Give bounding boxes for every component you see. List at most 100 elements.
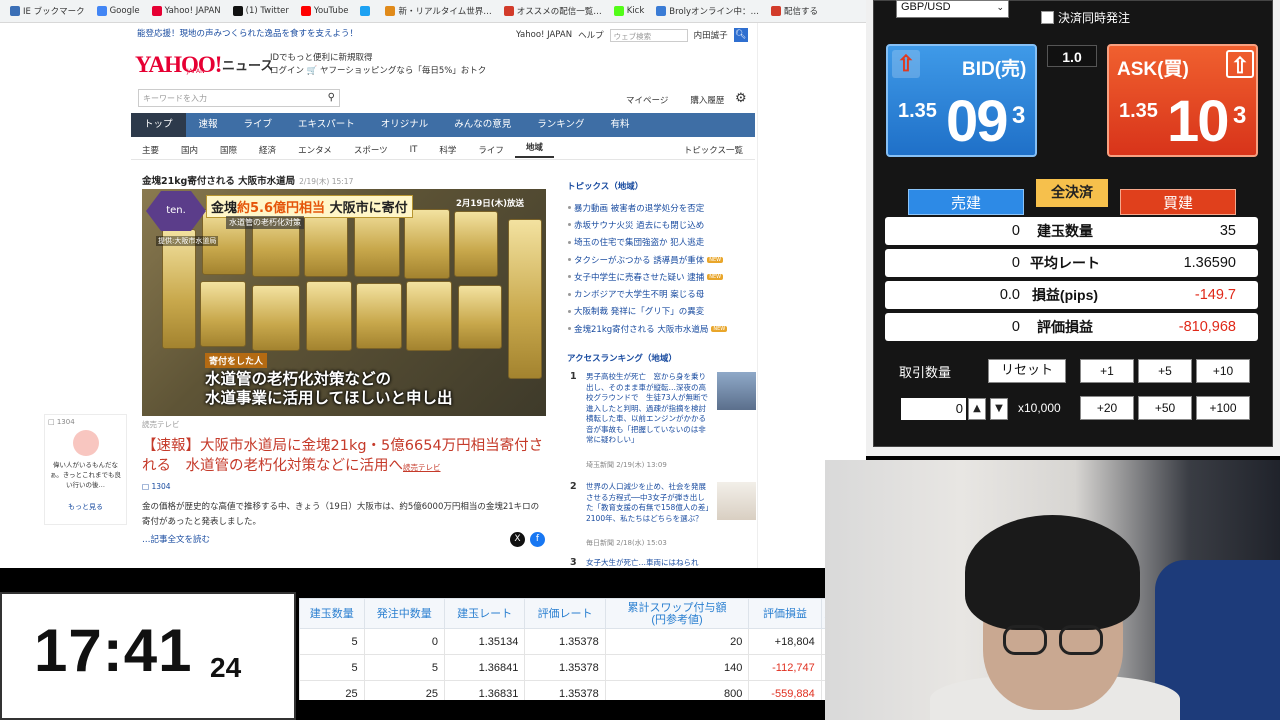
bookmark-item[interactable]: YouTube bbox=[295, 6, 355, 16]
topic-text[interactable]: 赤坂サウナ火災 過去にも閉じ込め bbox=[574, 219, 704, 231]
sub-nav: 主要 国内 国際 経済 エンタメ スポーツ IT 科学 ライフ 地域 トピックス一覧 bbox=[131, 140, 755, 160]
login-line[interactable]: ログイン 🛒 ヤフーショッピングなら「毎日5%」おトク bbox=[270, 65, 486, 78]
add-qty-button[interactable]: +1 bbox=[1080, 359, 1134, 383]
facebook-share-icon[interactable]: f bbox=[530, 532, 545, 547]
topic-item[interactable]: 女子中学生に売春させた疑い 逮捕 NEW bbox=[568, 268, 756, 285]
ranking-item[interactable]: 1 男子高校生が死亡 窓から身を乗り出し、そのまま車が縦転…深夜の高校グラウンドで… bbox=[570, 371, 758, 469]
add-qty-button[interactable]: +50 bbox=[1138, 396, 1192, 420]
bookmark-item[interactable]: Brolyオンライン中：… bbox=[650, 5, 765, 17]
ranking-thumbnail[interactable] bbox=[717, 372, 756, 410]
tab-main-1[interactable]: 速報 bbox=[186, 113, 231, 137]
topic-item[interactable]: 大阪制裁 発祥に「グリ下」の異変 bbox=[568, 303, 756, 320]
topic-item[interactable]: カンボジアで大学生不明 案じる母 bbox=[568, 285, 756, 302]
id-signup-line[interactable]: IDでもっと便利に新規取得 bbox=[270, 52, 486, 65]
tab-main-5[interactable]: みんなの意見 bbox=[441, 113, 524, 137]
ranking-text[interactable]: 女子大生が死亡…車両にはねられ bbox=[586, 558, 712, 568]
ranking-text[interactable]: 男子高校生が死亡 窓から身を乗り出し、そのまま車が縦転…深夜の高校グラウンドで … bbox=[586, 372, 712, 456]
tab-main-0[interactable]: トップ bbox=[131, 113, 186, 137]
bookmark-item[interactable]: Google bbox=[91, 6, 146, 16]
decrement-icon[interactable]: ▼ bbox=[990, 398, 1008, 420]
topic-item[interactable]: 赤坂サウナ火災 過去にも閉じ込め bbox=[568, 216, 756, 233]
ranking-item[interactable]: 3 女子大生が死亡…車両にはねられ bbox=[570, 557, 758, 570]
top-notice-link[interactable]: 能登応援！現地の声みつくられた逸品を食すを支えよう！ bbox=[137, 27, 358, 39]
tab-sub-2[interactable]: 国際 bbox=[209, 144, 248, 156]
settle-order-checkbox[interactable]: 決済同時発注 bbox=[1041, 9, 1130, 26]
help-link[interactable]: ヘルプ bbox=[578, 29, 604, 41]
ranking-item[interactable]: 2 世界の人口減少を止め、社会を発展させる方程式──中3女子が弾き出した「教育支援… bbox=[570, 481, 758, 547]
search-icon[interactable]: ⚲ bbox=[328, 92, 335, 103]
add-qty-button[interactable]: +20 bbox=[1080, 396, 1134, 420]
photo-headline[interactable]: 金塊21kg寄付される 大阪市水道局 2/19(木) 15:17 bbox=[142, 173, 353, 187]
bookmark-item[interactable] bbox=[354, 6, 379, 16]
add-qty-button[interactable]: +100 bbox=[1196, 396, 1250, 420]
tab-sub-7[interactable]: 科学 bbox=[428, 144, 467, 156]
topic-text[interactable]: 女子中学生に売春させた疑い 逮捕 bbox=[574, 271, 704, 283]
topic-item[interactable]: 埼玉の住宅で集団強盗か 犯人逃走 bbox=[568, 234, 756, 251]
checkbox-icon[interactable] bbox=[1041, 11, 1054, 24]
bookmark-item[interactable]: オススメの配信一覧… bbox=[498, 5, 608, 17]
tab-sub-0[interactable]: 主要 bbox=[131, 144, 170, 156]
mypage-link[interactable]: マイページ bbox=[626, 94, 668, 106]
topics-list-link[interactable]: トピックス一覧 bbox=[673, 144, 755, 156]
table-row[interactable]: 25 25 1.36831 1.35378 800 -559,884 bbox=[299, 680, 826, 700]
topic-item[interactable]: 暴力動画 被害者の退学処分を否定 bbox=[568, 199, 756, 216]
topic-text[interactable]: 暴力動画 被害者の退学処分を否定 bbox=[574, 202, 704, 214]
tab-main-3[interactable]: エキスパート bbox=[285, 113, 368, 137]
read-more-link[interactable]: …記事全文を読む bbox=[142, 533, 210, 545]
news-label[interactable]: ニュース bbox=[222, 55, 273, 74]
topic-text[interactable]: 埼玉の住宅で集団強盗か 犯人逃走 bbox=[574, 236, 704, 248]
bookmark-item[interactable]: IE ブックマーク bbox=[4, 5, 91, 17]
add-qty-button[interactable]: +5 bbox=[1138, 359, 1192, 383]
tab-sub-8[interactable]: ライフ bbox=[467, 144, 515, 156]
topic-text[interactable]: タクシーがぶつかる 誘導員が重体 bbox=[574, 254, 704, 266]
tab-main-6[interactable]: ランキング bbox=[524, 113, 597, 137]
bookmark-item[interactable]: (1) Twitter bbox=[227, 6, 295, 16]
currency-pair-select[interactable]: GBP/USD ⌄ bbox=[896, 0, 1009, 18]
tab-sub-6[interactable]: IT bbox=[399, 145, 429, 155]
tab-main-4[interactable]: オリジナル bbox=[368, 113, 442, 137]
bookmark-item[interactable]: Yahoo! JAPAN bbox=[146, 6, 227, 16]
table-row[interactable]: 5 0 1.35134 1.35378 20 +18,804 bbox=[299, 628, 826, 655]
quantity-input[interactable]: 0 bbox=[901, 398, 966, 420]
topic-text[interactable]: 大阪制裁 発祥に「グリ下」の異変 bbox=[574, 305, 704, 317]
ranking-thumbnail[interactable] bbox=[717, 482, 756, 520]
bookmark-item[interactable]: Kick bbox=[608, 6, 651, 16]
tab-sub-5[interactable]: スポーツ bbox=[343, 144, 399, 156]
web-search-input[interactable]: ウェブ検索 bbox=[609, 28, 688, 42]
user-name[interactable]: 内田誠子 bbox=[694, 29, 728, 41]
bookmark-item[interactable]: 新・リアルタイム世界… bbox=[379, 5, 497, 17]
tab-main-2[interactable]: ライブ bbox=[231, 113, 286, 137]
search-icon[interactable]: 🔍︎ bbox=[733, 28, 748, 42]
ask-buy-button[interactable]: ASK(買) ⇧ 1.35 10 3 bbox=[1107, 44, 1258, 157]
topic-item[interactable]: 金塊21kg寄付される 大阪市水道局 NEW bbox=[568, 320, 756, 337]
buy-tab[interactable]: 買建 bbox=[1120, 189, 1236, 215]
ranking-text[interactable]: 世界の人口減少を止め、社会を発展させる方程式──中3女子が弾き出した「教育支援の… bbox=[586, 482, 712, 534]
topic-text[interactable]: カンボジアで大学生不明 案じる母 bbox=[574, 288, 704, 300]
tab-main-7[interactable]: 有料 bbox=[598, 113, 643, 137]
table-row[interactable]: 5 5 1.36841 1.35378 140 -112,747 bbox=[299, 654, 826, 681]
bid-sell-button[interactable]: ⇧ BID(売) 1.35 09 3 bbox=[886, 44, 1037, 157]
tab-sub-9[interactable]: 地域 bbox=[514, 141, 554, 158]
x-share-icon[interactable]: X bbox=[510, 532, 525, 547]
article-title[interactable]: 【速報】大阪市水道局に金塊21kg・5億6654万円相当寄付される 水道管の老朽… bbox=[142, 436, 547, 478]
add-qty-button[interactable]: +10 bbox=[1196, 359, 1250, 383]
tab-sub-4[interactable]: エンタメ bbox=[287, 144, 343, 156]
topic-text[interactable]: 金塊21kg寄付される 大阪市水道局 bbox=[574, 323, 708, 335]
history-link[interactable]: 購入履歴 bbox=[690, 94, 724, 106]
tab-sub-1[interactable]: 国内 bbox=[170, 144, 209, 156]
yahoo-logo[interactable]: YAHOO! bbox=[135, 52, 222, 78]
news-photo[interactable]: ten. 金塊約5.6億円相当 大阪市に寄付 2月19日(木)放送 水道管の老朽… bbox=[142, 189, 546, 416]
close-all-button[interactable]: 全決済 bbox=[1036, 179, 1108, 207]
yahoo-japan-link[interactable]: Yahoo! JAPAN bbox=[516, 30, 572, 40]
keyword-search-input[interactable]: キーワードを入力 ⚲ bbox=[138, 89, 340, 107]
reset-button[interactable]: リセット bbox=[988, 359, 1066, 383]
article-source[interactable]: 読売テレビ bbox=[403, 463, 441, 472]
tab-sub-3[interactable]: 経済 bbox=[248, 144, 287, 156]
bookmark-item[interactable]: 配信する bbox=[765, 5, 824, 17]
sell-tab[interactable]: 売建 bbox=[908, 189, 1024, 215]
more-link[interactable]: もっと見る bbox=[48, 502, 123, 512]
topic-item[interactable]: タクシーがぶつかる 誘導員が重体 NEW bbox=[568, 251, 756, 268]
increment-icon[interactable]: ▲ bbox=[968, 398, 986, 420]
gear-icon[interactable]: ⚙ bbox=[735, 91, 747, 106]
comment-count[interactable]: □ 1304 bbox=[142, 482, 171, 491]
